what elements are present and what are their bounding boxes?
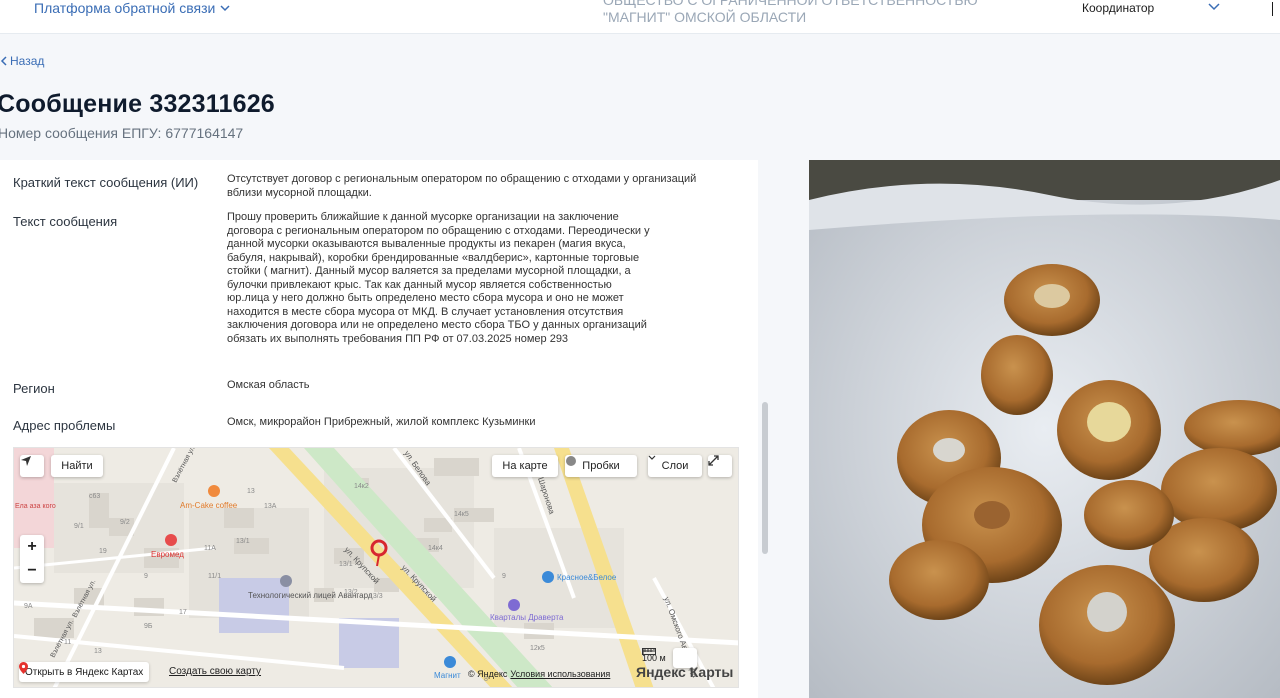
- fullscreen-button[interactable]: [708, 455, 732, 477]
- zoom-control[interactable]: + −: [20, 535, 44, 583]
- ruler-icon: [642, 648, 656, 655]
- house-number: 13/1: [236, 538, 250, 545]
- house-number: 13: [247, 488, 255, 495]
- house-number: 13A: [264, 503, 277, 510]
- location-arrow-icon: [21, 456, 31, 466]
- platform-link-label: Платформа обратной связи: [34, 0, 216, 16]
- zoom-out-button[interactable]: −: [27, 559, 36, 583]
- organization-name: ОБЩЕСТВО С ОГРАНИЧЕННОЙ ОТВЕТСТВЕННОСТЬЮ…: [603, 0, 1003, 26]
- traffic-label: Пробки: [582, 460, 620, 472]
- back-label: Назад: [10, 54, 45, 68]
- field-value-summary: Отсутствует договор с региональным опера…: [227, 173, 697, 199]
- top-bar: Платформа обратной связи ОБЩЕСТВО С ОГРА…: [0, 0, 1280, 34]
- house-number: 11: [64, 639, 71, 646]
- cafe-icon: [208, 485, 220, 497]
- house-number: 11/1: [208, 573, 221, 580]
- field-value-address: Омск, микрорайон Прибрежный, жилой компл…: [227, 416, 536, 428]
- logo-text: Яндекс Карты: [636, 664, 734, 680]
- yandex-map[interactable]: ул. Крупской ул. Крупской ул. Белова ул.…: [13, 447, 739, 688]
- copyright-text: © Яндекс: [468, 669, 508, 679]
- house-number: с63: [89, 493, 100, 500]
- shop-icon: [542, 571, 554, 583]
- on-map-button[interactable]: На карте: [492, 455, 558, 477]
- poi-label: Кварталы Драверта: [490, 613, 564, 622]
- house-number: 9/1: [74, 523, 84, 530]
- page-title: Сообщение 332311626: [0, 90, 275, 118]
- scrollbar[interactable]: [762, 402, 768, 554]
- chevron-down-icon: [220, 5, 230, 12]
- user-role[interactable]: Координатор: [1082, 1, 1154, 15]
- chevron-down-icon: [648, 455, 656, 460]
- terms-link[interactable]: Условия использования: [510, 669, 610, 679]
- divider: [1272, 2, 1273, 16]
- layers-label: Слои: [661, 460, 689, 472]
- map-copyright: © Яндекс Условия использования: [468, 669, 610, 679]
- traffic-button[interactable]: Пробки: [565, 455, 637, 477]
- poi-label: Am-Cake coffee: [180, 501, 238, 510]
- house-number: 13/3: [369, 593, 383, 600]
- house-number: 14к2: [354, 483, 369, 490]
- message-photo[interactable]: [809, 160, 1280, 698]
- map-canvas[interactable]: ул. Крупской ул. Крупской ул. Белова ул.…: [14, 448, 739, 688]
- building-icon: [508, 599, 520, 611]
- house-number: 17: [179, 609, 187, 616]
- find-button[interactable]: Найти: [51, 455, 103, 477]
- chevron-left-icon: [0, 56, 7, 66]
- field-label-text: Текст сообщения: [13, 214, 118, 229]
- house-number: 14к5: [454, 511, 469, 518]
- clinic-icon: [165, 534, 177, 546]
- chevron-down-icon[interactable]: [1208, 1, 1220, 11]
- expand-icon: [708, 455, 719, 466]
- yandex-maps-logo[interactable]: Яндекс Карты: [636, 664, 733, 680]
- org-name-line1: ОБЩЕСТВО С ОГРАНИЧЕННОЙ ОТВЕТСТВЕННОСТЬЮ: [603, 0, 978, 8]
- house-number: 19: [99, 548, 107, 555]
- house-number: 9/2: [120, 519, 130, 526]
- field-label-region: Регион: [13, 381, 55, 396]
- open-in-yandex-label: Открыть в Яндекс Картах: [25, 666, 144, 678]
- house-number: 13: [94, 648, 102, 655]
- open-in-yandex-button[interactable]: Открыть в Яндекс Картах: [19, 662, 150, 682]
- house-number: 13/2: [344, 589, 358, 596]
- school-icon: [280, 575, 292, 587]
- shop-icon: [444, 656, 456, 668]
- house-number: 9A: [24, 603, 33, 610]
- field-label-address: Адрес проблемы: [13, 418, 116, 433]
- house-number: 9Б: [144, 623, 153, 630]
- field-value-text: Прошу проверить ближайшие к данной мусор…: [227, 211, 650, 345]
- create-map-link[interactable]: Создать свою карту: [169, 666, 261, 677]
- house-number: 13/1: [339, 561, 353, 568]
- epgu-value: 6777164147: [165, 125, 244, 141]
- epgu-number: Номер сообщения ЕПГУ: 6777164147: [0, 125, 243, 141]
- poi-label: Красное&Белое: [557, 573, 617, 582]
- poi-label: Магнит: [434, 671, 461, 680]
- poi-label: Евромед: [151, 550, 184, 559]
- epgu-label: Номер сообщения ЕПГУ:: [0, 125, 162, 141]
- photo-image: [809, 160, 1280, 698]
- back-link[interactable]: Назад: [0, 54, 44, 68]
- field-label-summary: Краткий текст сообщения (ИИ): [13, 175, 199, 190]
- house-number: 9: [144, 573, 148, 580]
- house-number: 11A: [204, 545, 216, 552]
- zoom-in-button[interactable]: +: [27, 535, 36, 559]
- org-name-line2: "МАГНИТ" ОМСКОЙ ОБЛАСТИ: [603, 9, 807, 25]
- locate-me-button[interactable]: [20, 455, 44, 477]
- house-number: 14к4: [428, 545, 443, 552]
- map-pin-icon: [19, 662, 28, 674]
- layers-button[interactable]: Слои: [648, 455, 702, 477]
- traffic-icon: [566, 456, 576, 466]
- house-number: 9: [502, 573, 506, 580]
- poi-label: Ела аза кого: [15, 503, 56, 510]
- house-number: 12к5: [530, 645, 545, 652]
- platform-menu[interactable]: Платформа обратной связи: [34, 0, 230, 16]
- field-value-region: Омская область: [227, 379, 310, 391]
